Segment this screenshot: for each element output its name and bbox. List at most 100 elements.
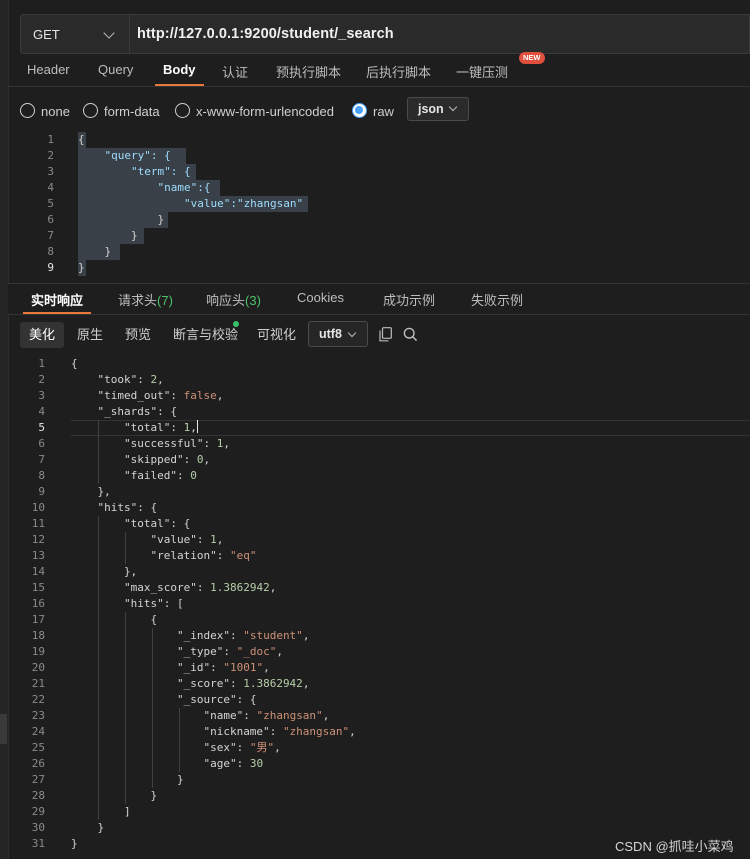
tab-label: 响应头: [206, 293, 246, 308]
method-select[interactable]: GET: [21, 15, 130, 53]
tab-load-test[interactable]: 一键压测: [456, 62, 508, 81]
tab-pre-script[interactable]: 预执行脚本: [276, 62, 341, 81]
line-number: 30: [31, 821, 45, 834]
chevron-down-icon: [103, 27, 115, 39]
search-icon[interactable]: [403, 327, 418, 342]
line-number: 4: [38, 405, 45, 418]
tab-fail-example[interactable]: 失败示例: [471, 290, 523, 309]
radio-label-urlencoded: x-www-form-urlencoded: [196, 104, 334, 119]
line-number: 8: [47, 245, 54, 258]
line-number: 24: [31, 725, 45, 738]
code-text: "failed": 0: [123, 469, 197, 482]
code-line: }: [78, 213, 165, 226]
code-line: 16 "hits": [: [8, 596, 750, 612]
code-line: 3 "timed_out": false,: [8, 388, 750, 404]
line-number: 1: [47, 133, 54, 146]
line-number: 13: [31, 549, 45, 562]
format-label: json: [418, 102, 444, 116]
resize-handle[interactable]: [0, 714, 7, 744]
code-text: ]: [123, 805, 131, 818]
tab-success-example[interactable]: 成功示例: [383, 290, 435, 309]
response-body-viewer[interactable]: 1{2 "took": 2, 3 "timed_out": false, 4 "_s…: [8, 356, 750, 859]
code-line: 22 "_source": {: [8, 692, 750, 708]
code-line: 26 "age": 30: [8, 756, 750, 772]
tab-request-headers[interactable]: 请求头(7): [118, 290, 173, 309]
view-preview-button[interactable]: 预览: [116, 322, 160, 348]
line-number: 18: [31, 629, 45, 642]
code-text: {: [150, 613, 158, 626]
code-line: {: [78, 133, 85, 146]
line-number: 5: [38, 421, 45, 434]
encoding-label: utf8: [319, 327, 342, 341]
code-text: "total": 1,: [123, 420, 198, 434]
tab-cookies[interactable]: Cookies: [297, 290, 344, 305]
request-body-editor[interactable]: 1 { 2 "query": { 3 "term": { 4 "name":{ 5…: [8, 132, 750, 280]
code-line: 12 "value": 1,: [8, 532, 750, 548]
line-number: 7: [38, 453, 45, 466]
view-beautify-button[interactable]: 美化: [20, 322, 65, 348]
tab-auth[interactable]: 认证: [222, 62, 248, 81]
line-number: 10: [31, 501, 45, 514]
code-text: "took": 2,: [97, 373, 164, 386]
new-badge: NEW: [519, 52, 545, 64]
radio-none[interactable]: [20, 103, 35, 118]
url-input[interactable]: http://127.0.0.1:9200/student/_search: [137, 26, 394, 42]
text-cursor: [196, 420, 198, 433]
line-number: 22: [31, 693, 45, 706]
tab-post-script[interactable]: 后执行脚本: [366, 62, 431, 81]
code-line: 21 "_score": 1.3862942,: [8, 676, 750, 692]
code-line: 13 "relation": "eq": [8, 548, 750, 564]
code-text: "_source": {: [176, 693, 257, 706]
radio-urlencoded[interactable]: [175, 103, 190, 118]
radio-form-data[interactable]: [83, 103, 98, 118]
line-number: 11: [31, 517, 45, 530]
body-type-options: none form-data x-www-form-urlencoded raw…: [8, 94, 750, 128]
chevron-down-icon: [347, 328, 357, 338]
line-number: 5: [47, 197, 54, 210]
line-number: 15: [31, 581, 45, 594]
line-number: 16: [31, 597, 45, 610]
code-line: 27 }: [8, 772, 750, 788]
code-text: }: [71, 837, 78, 850]
code-line: 2 "took": 2,: [8, 372, 750, 388]
line-number: 17: [31, 613, 45, 626]
code-line: 5 "total": 1,: [8, 420, 750, 436]
response-tabs: 实时响应 请求头(7) 响应头(3) Cookies 成功示例 失败示例: [8, 283, 750, 315]
code-text: "_id": "1001",: [176, 661, 270, 674]
line-number: 1: [38, 357, 45, 370]
view-raw-button[interactable]: 原生: [68, 322, 112, 348]
radio-label-none: none: [41, 104, 70, 119]
line-number: 2: [47, 149, 54, 162]
encoding-select[interactable]: utf8: [308, 321, 368, 347]
line-number: 3: [38, 389, 45, 402]
format-select[interactable]: json: [407, 97, 469, 121]
tab-header[interactable]: Header: [27, 62, 70, 77]
code-text: "timed_out": false,: [97, 389, 224, 402]
code-line: 23 "name": "zhangsan",: [8, 708, 750, 724]
radio-raw[interactable]: [352, 103, 367, 118]
code-text: {: [71, 357, 78, 370]
tab-query[interactable]: Query: [98, 62, 133, 77]
code-text: "hits": {: [97, 501, 158, 514]
code-text: "_index": "student",: [176, 629, 310, 642]
code-text: "age": 30: [203, 757, 264, 770]
chevron-down-icon: [448, 102, 458, 112]
watermark: CSDN @抓哇小菜鸡: [615, 839, 734, 854]
line-number: 28: [31, 789, 45, 802]
tab-response-headers[interactable]: 响应头(3): [206, 290, 261, 309]
tab-body[interactable]: Body: [155, 62, 203, 86]
code-text: "max_score": 1.3862942,: [123, 581, 277, 594]
code-line: 17 {: [8, 612, 750, 628]
line-number: 2: [38, 373, 45, 386]
status-dot: [233, 321, 239, 327]
code-line: "name":{: [78, 181, 211, 194]
view-visualize-button[interactable]: 可视化: [248, 322, 305, 348]
line-number: 6: [38, 437, 45, 450]
radio-label-form-data: form-data: [104, 104, 160, 119]
tab-realtime-response[interactable]: 实时响应: [22, 290, 92, 314]
code-text: "sex": "男",: [203, 741, 281, 754]
code-line: 1{: [8, 356, 750, 372]
code-line: 19 "_type": "_doc",: [8, 644, 750, 660]
copy-icon[interactable]: [379, 327, 392, 342]
code-text: "_shards": {: [97, 405, 177, 418]
